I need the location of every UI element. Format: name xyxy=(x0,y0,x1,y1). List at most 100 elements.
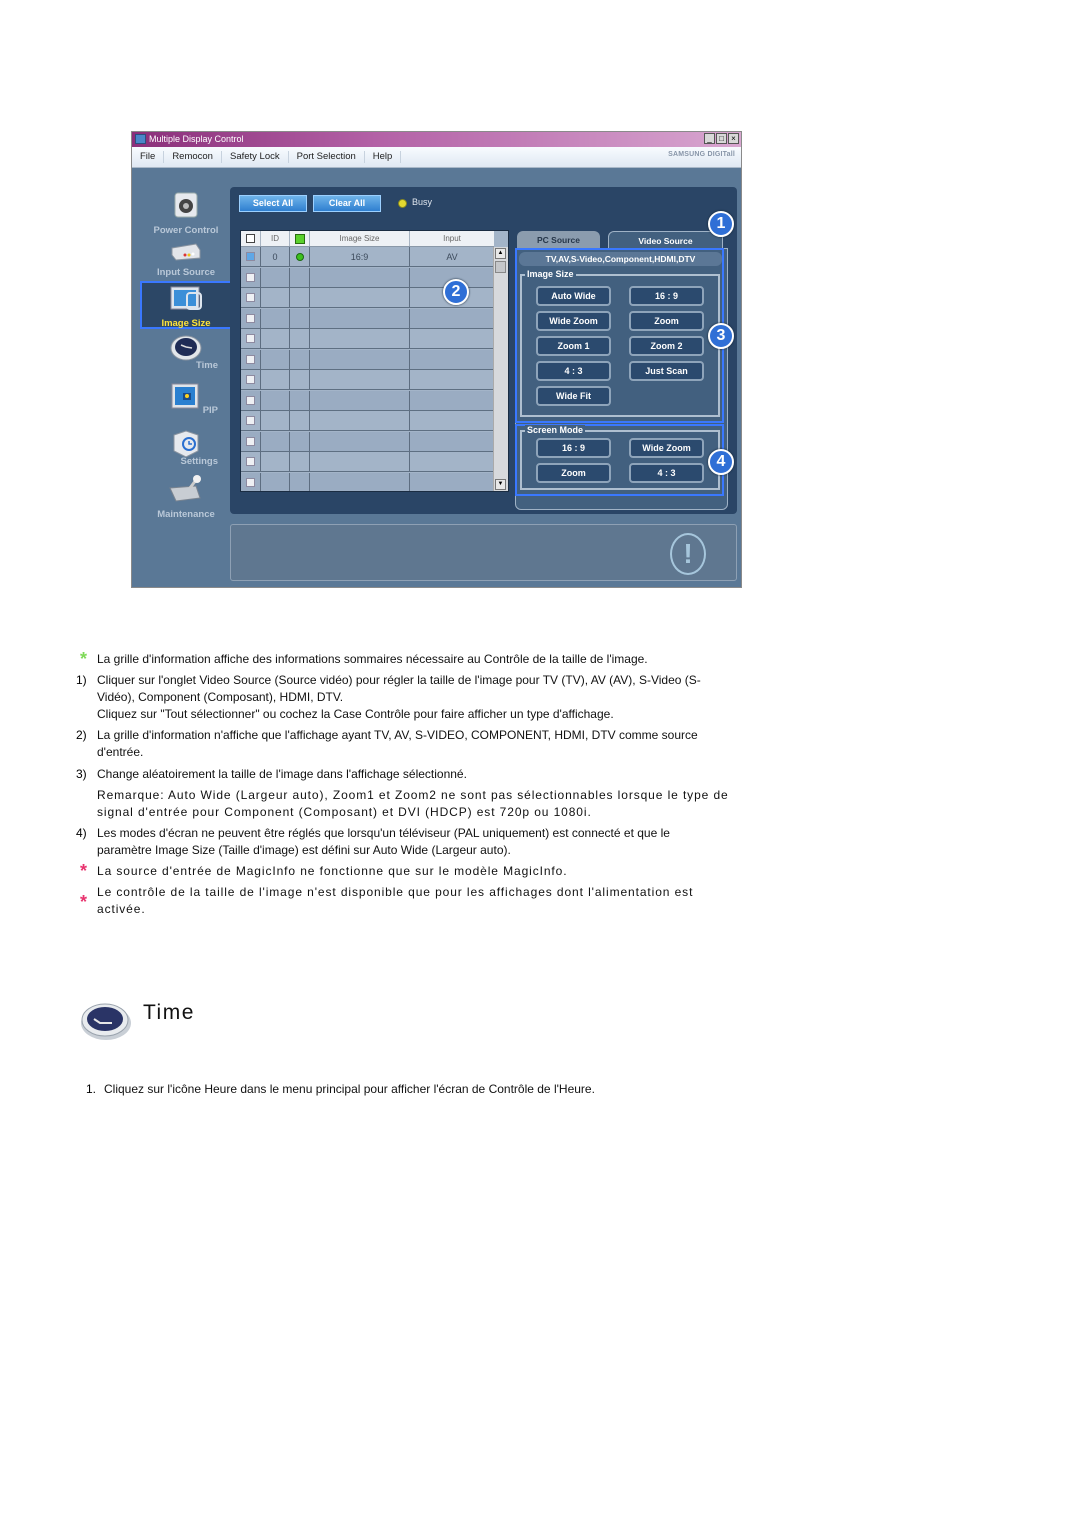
zoom-2-button[interactable]: Zoom 2 xyxy=(629,336,704,356)
zoom-1-button[interactable]: Zoom 1 xyxy=(536,336,611,356)
image-4-3-button[interactable]: 4 : 3 xyxy=(536,361,611,381)
screen-zoom-button[interactable]: Zoom xyxy=(536,463,611,483)
image-16-9-button[interactable]: 16 : 9 xyxy=(629,286,704,306)
row-power-status xyxy=(290,308,310,328)
row-id xyxy=(261,390,290,410)
wide-zoom-button[interactable]: Wide Zoom xyxy=(536,311,611,331)
item-number: 3) xyxy=(76,767,87,781)
row-checkbox[interactable] xyxy=(246,416,255,425)
samsung-logo: SAMSUNG DIGITall xyxy=(668,151,735,158)
row-checkbox[interactable] xyxy=(246,395,255,405)
screen-4-3-button[interactable]: 4 : 3 xyxy=(629,463,704,483)
menu-port-selection[interactable]: Port Selection xyxy=(289,151,365,163)
row-checkbox-cell[interactable] xyxy=(241,411,261,430)
table-row[interactable] xyxy=(241,452,494,472)
table-row[interactable] xyxy=(241,411,494,431)
sidebar-item-time[interactable]: Time xyxy=(140,335,232,379)
row-input xyxy=(410,473,494,492)
row-image-size xyxy=(310,308,410,328)
tab-video-source[interactable]: Video Source xyxy=(608,231,723,249)
scroll-up-button[interactable]: ▲ xyxy=(495,248,506,259)
scroll-thumb[interactable] xyxy=(495,261,506,273)
row-checkbox-cell[interactable] xyxy=(241,349,261,369)
menu-help[interactable]: Help xyxy=(365,151,402,163)
row-checkbox[interactable] xyxy=(246,334,255,343)
row-power-status xyxy=(290,452,310,471)
row-checkbox[interactable] xyxy=(246,457,255,466)
auto-wide-button[interactable]: Auto Wide xyxy=(536,286,611,306)
grid-scrollbar[interactable]: ▲ ▼ xyxy=(493,247,508,491)
item-3-line-1: Change aléatoirement la taille de l'imag… xyxy=(97,767,467,781)
table-row[interactable] xyxy=(241,472,494,492)
screen-16-9-button[interactable]: 16 : 9 xyxy=(536,438,611,458)
row-checkbox-cell[interactable] xyxy=(241,247,261,266)
screen-wide-zoom-button[interactable]: Wide Zoom xyxy=(629,438,704,458)
main-panel: Select All Clear All Busy ID Image Size … xyxy=(230,187,737,514)
row-checkbox[interactable] xyxy=(246,272,255,282)
row-checkbox-cell[interactable] xyxy=(241,308,261,328)
just-scan-button[interactable]: Just Scan xyxy=(629,361,704,381)
sidebar-label: Time xyxy=(195,360,218,371)
close-button[interactable]: × xyxy=(728,133,739,144)
item-1-line-3: Cliquez sur "Tout sélectionner" ou coche… xyxy=(97,707,614,721)
item-4-line-2: paramètre Image Size (Taille d'image) es… xyxy=(97,843,511,857)
table-row[interactable] xyxy=(241,308,494,329)
sidebar-item-input-source[interactable]: Input Source xyxy=(140,240,232,280)
clock-icon xyxy=(170,335,202,361)
input-source-icon xyxy=(171,243,201,261)
row-image-size: 16:9 xyxy=(310,247,410,266)
sidebar-item-settings[interactable]: Settings xyxy=(140,429,232,473)
table-row[interactable] xyxy=(241,329,494,349)
green-star-icon: * xyxy=(80,649,88,669)
row-checkbox[interactable] xyxy=(246,477,255,487)
row-checkbox-cell[interactable] xyxy=(241,431,261,451)
table-row[interactable] xyxy=(241,349,494,370)
menu-remocon[interactable]: Remocon xyxy=(164,151,222,163)
sidebar-item-pip[interactable]: PIP xyxy=(140,382,232,426)
maximize-button[interactable]: □ xyxy=(716,133,727,144)
table-row[interactable] xyxy=(241,431,494,452)
scroll-down-button[interactable]: ▼ xyxy=(495,479,506,490)
row-checkbox-cell[interactable] xyxy=(241,452,261,471)
sidebar-item-maintenance[interactable]: Maintenance xyxy=(140,474,232,520)
minimize-button[interactable]: _ xyxy=(704,133,715,144)
row-checkbox-cell[interactable] xyxy=(241,329,261,348)
table-row[interactable] xyxy=(241,390,494,411)
menu-file[interactable]: File xyxy=(132,151,165,163)
item-number: 1) xyxy=(76,673,87,687)
row-image-size xyxy=(310,452,410,471)
image-size-group-label: Image Size xyxy=(525,269,576,280)
column-header-id[interactable]: ID xyxy=(261,231,290,246)
table-row[interactable]: 0 16:9 AV xyxy=(241,247,494,267)
remark-line-1: Remarque: Auto Wide (Largeur auto), Zoom… xyxy=(97,788,729,802)
menu-safety-lock[interactable]: Safety Lock xyxy=(222,151,289,163)
row-checkbox-cell[interactable] xyxy=(241,288,261,307)
select-all-checkbox[interactable] xyxy=(246,234,255,243)
select-all-button[interactable]: Select All xyxy=(239,195,307,212)
zoom-button[interactable]: Zoom xyxy=(629,311,704,331)
column-header-image-size[interactable]: Image Size xyxy=(310,231,410,246)
row-checkbox[interactable] xyxy=(246,293,255,302)
row-id xyxy=(261,411,290,430)
row-checkbox[interactable] xyxy=(246,313,255,323)
sidebar-label: Input Source xyxy=(156,267,216,278)
row-checkbox[interactable] xyxy=(246,375,255,384)
step-number: 1. xyxy=(86,1082,97,1096)
row-checkbox-cell[interactable] xyxy=(241,472,261,491)
row-checkbox-cell[interactable] xyxy=(241,370,261,389)
note-power-line-2: activée. xyxy=(97,902,146,916)
tab-pc-source[interactable]: PC Source xyxy=(517,231,600,249)
sidebar-item-power-control[interactable]: Power Control xyxy=(140,190,232,236)
row-checkbox[interactable] xyxy=(246,436,255,446)
clear-all-button[interactable]: Clear All xyxy=(313,195,381,212)
maintenance-icon xyxy=(169,475,201,502)
row-checkbox-cell[interactable] xyxy=(241,267,261,287)
row-checkbox-cell[interactable] xyxy=(241,390,261,410)
table-row[interactable] xyxy=(241,370,494,390)
row-checkbox[interactable] xyxy=(246,354,255,364)
wide-fit-button[interactable]: Wide Fit xyxy=(536,386,611,406)
note-magicinfo: La source d'entrée de MagicInfo ne fonct… xyxy=(97,864,568,878)
row-checkbox[interactable] xyxy=(246,252,255,261)
column-header-input[interactable]: Input xyxy=(410,231,494,246)
sidebar-item-image-size[interactable]: Image Size xyxy=(140,281,232,329)
